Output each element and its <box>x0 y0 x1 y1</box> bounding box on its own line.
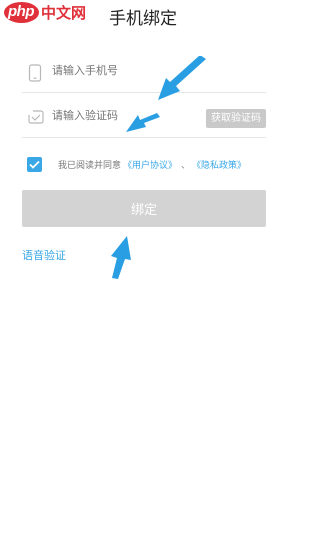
get-code-button[interactable]: 获取验证码 <box>206 109 266 128</box>
agreement-text: 我已阅读并同意 <box>58 160 122 171</box>
phone-icon <box>28 64 42 86</box>
code-input[interactable] <box>52 109 192 122</box>
arrow-annotation-icon <box>111 236 131 279</box>
voice-verify-link[interactable]: 语音验证 <box>22 247 66 263</box>
privacy-policy-link[interactable]: 《隐私政策》 <box>192 158 246 171</box>
user-agreement-link[interactable]: 《用户协议》 <box>123 158 177 171</box>
sms-code-icon <box>28 109 44 129</box>
checkmark-icon <box>29 160 40 169</box>
page-title: 手机绑定 <box>109 9 177 29</box>
agreement-checkbox[interactable] <box>27 156 42 172</box>
agreement-row: 我已阅读并同意 《用户协议》 、 《隐私政策》 <box>27 154 246 174</box>
phone-field[interactable] <box>22 56 266 93</box>
arrow-annotation-icon <box>158 56 206 100</box>
bind-button[interactable]: 绑定 <box>22 190 266 227</box>
arrow-annotation-icon <box>126 113 160 132</box>
agreement-separator: 、 <box>181 160 191 171</box>
